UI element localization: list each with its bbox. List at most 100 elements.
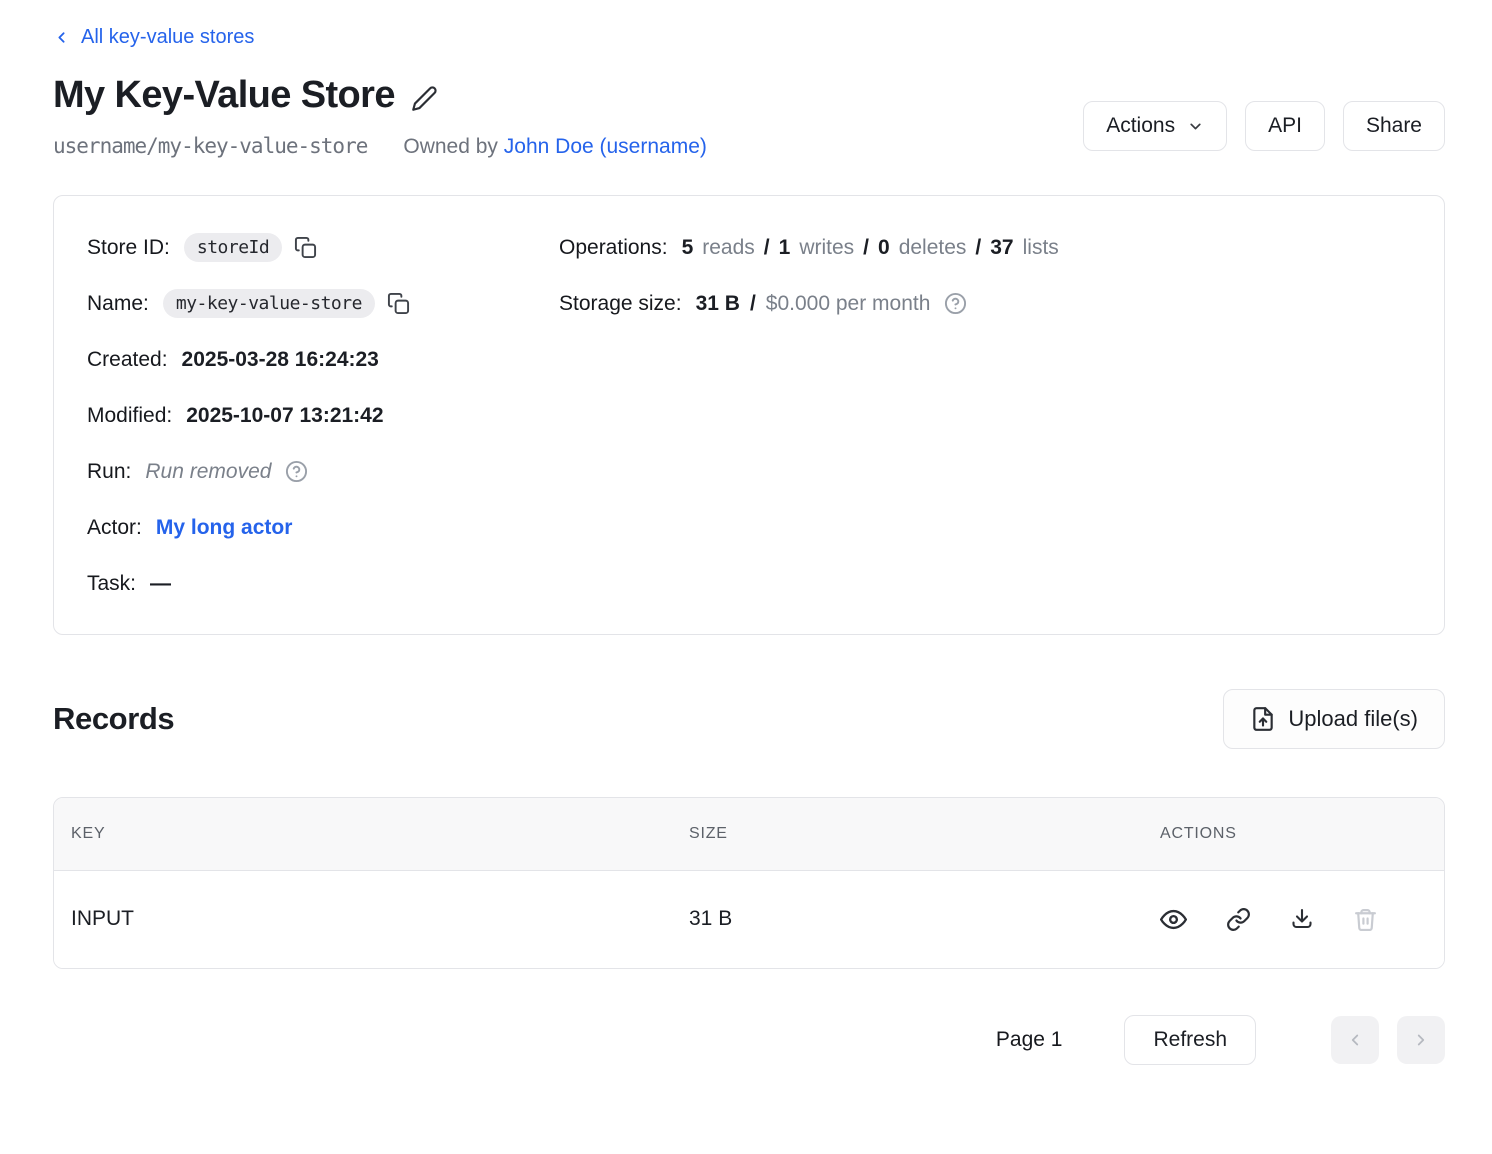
- previous-page-button[interactable]: [1331, 1016, 1379, 1064]
- records-heading: Records: [53, 701, 174, 737]
- back-link-label: All key-value stores: [81, 26, 254, 49]
- back-link[interactable]: All key-value stores: [53, 26, 254, 49]
- reads-label: reads: [702, 236, 755, 260]
- task-label: Task:: [87, 572, 136, 596]
- table-header-row: KEY SIZE ACTIONS: [54, 798, 1444, 871]
- deletes-count: 0: [878, 236, 890, 260]
- separator: /: [975, 236, 981, 260]
- deletes-label: deletes: [899, 236, 967, 260]
- actions-button[interactable]: Actions: [1083, 101, 1227, 151]
- record-key: INPUT: [71, 907, 689, 931]
- name-value: my-key-value-store: [163, 289, 375, 318]
- storage-size-value: 31 B: [696, 292, 740, 316]
- modified-value: 2025-10-07 13:21:42: [186, 404, 383, 428]
- pager: [1331, 1016, 1445, 1064]
- records-table: KEY SIZE ACTIONS INPUT 31 B: [53, 797, 1445, 969]
- task-row: Task: —: [87, 556, 559, 612]
- title-block: My Key-Value Store username/my-key-value…: [53, 73, 707, 159]
- records-section-header: Records Upload file(s): [53, 689, 1445, 749]
- run-row: Run: Run removed: [87, 444, 559, 500]
- storage-cost: $0.000 per month: [766, 292, 931, 316]
- record-size: 31 B: [689, 907, 1143, 931]
- help-circle-icon[interactable]: [944, 292, 967, 315]
- owned-by: Owned by John Doe (username): [403, 135, 707, 159]
- modified-label: Modified:: [87, 404, 172, 428]
- lists-label: lists: [1023, 236, 1059, 260]
- header-buttons: Actions API Share: [1083, 101, 1445, 151]
- chevron-right-icon: [1412, 1031, 1430, 1049]
- column-header-actions: ACTIONS: [1143, 825, 1444, 843]
- modified-row: Modified: 2025-10-07 13:21:42: [87, 388, 559, 444]
- writes-label: writes: [799, 236, 854, 260]
- separator: /: [750, 292, 756, 316]
- table-footer: Page 1 Refresh: [53, 1015, 1445, 1065]
- upload-files-label: Upload file(s): [1288, 706, 1418, 732]
- record-actions: [1160, 906, 1378, 933]
- operations-row: Operations: 5 reads / 1 writes / 0 delet…: [559, 220, 1411, 276]
- download-record-button[interactable]: [1290, 907, 1314, 931]
- store-id-row: Store ID: storeId: [87, 220, 559, 276]
- delete-record-button[interactable]: [1353, 907, 1378, 932]
- store-path: username/my-key-value-store: [53, 134, 367, 158]
- store-details-card: Store ID: storeId Name: my-key-value-sto…: [53, 195, 1445, 635]
- link-icon: [1226, 907, 1251, 932]
- run-value: Run removed: [145, 460, 271, 484]
- column-header-size: SIZE: [689, 825, 1143, 843]
- name-row: Name: my-key-value-store: [87, 276, 559, 332]
- owner-link[interactable]: John Doe (username): [504, 135, 707, 158]
- store-id-label: Store ID:: [87, 236, 170, 260]
- table-row: INPUT 31 B: [54, 871, 1444, 968]
- actor-row: Actor: My long actor: [87, 500, 559, 556]
- owned-by-label: Owned by: [403, 135, 498, 158]
- copy-icon: [387, 292, 410, 315]
- storage-size-label: Storage size:: [559, 292, 682, 316]
- operations-values: 5 reads / 1 writes / 0 deletes / 37 list…: [682, 236, 1059, 260]
- actions-button-label: Actions: [1106, 114, 1175, 138]
- header-row: My Key-Value Store username/my-key-value…: [53, 73, 1445, 159]
- page-title: My Key-Value Store: [53, 73, 707, 119]
- name-label: Name:: [87, 292, 149, 316]
- task-value: —: [150, 572, 171, 596]
- record-actions-cell: [1143, 906, 1444, 933]
- eye-icon: [1160, 906, 1187, 933]
- actor-link[interactable]: My long actor: [156, 516, 293, 540]
- refresh-button[interactable]: Refresh: [1124, 1015, 1256, 1065]
- pencil-icon[interactable]: [411, 85, 438, 112]
- details-right-column: Operations: 5 reads / 1 writes / 0 delet…: [559, 220, 1411, 332]
- help-circle-icon[interactable]: [285, 460, 308, 483]
- chevron-down-icon: [1187, 118, 1204, 135]
- run-label: Run:: [87, 460, 131, 484]
- file-upload-icon: [1250, 706, 1276, 732]
- chevron-left-icon: [53, 29, 70, 46]
- details-left-column: Store ID: storeId Name: my-key-value-sto…: [87, 220, 559, 612]
- storage-size-row: Storage size: 31 B / $0.000 per month: [559, 276, 1411, 332]
- page-indicator: Page 1: [996, 1028, 1063, 1052]
- trash-icon: [1353, 907, 1378, 932]
- copy-store-id-button[interactable]: [294, 236, 317, 259]
- page-title-text: My Key-Value Store: [53, 73, 395, 119]
- separator: /: [863, 236, 869, 260]
- created-value: 2025-03-28 16:24:23: [182, 348, 379, 372]
- share-button[interactable]: Share: [1343, 101, 1445, 151]
- download-icon: [1290, 907, 1314, 931]
- created-row: Created: 2025-03-28 16:24:23: [87, 332, 559, 388]
- record-link-button[interactable]: [1226, 907, 1251, 932]
- kv-store-detail-page: All key-value stores My Key-Value Store …: [0, 0, 1492, 1065]
- separator: /: [764, 236, 770, 260]
- copy-icon: [294, 236, 317, 259]
- writes-count: 1: [779, 236, 791, 260]
- subtitle-row: username/my-key-value-store Owned by Joh…: [53, 134, 707, 159]
- operations-label: Operations:: [559, 236, 668, 260]
- next-page-button[interactable]: [1397, 1016, 1445, 1064]
- store-id-value: storeId: [184, 233, 282, 262]
- created-label: Created:: [87, 348, 168, 372]
- reads-count: 5: [682, 236, 694, 260]
- column-header-key: KEY: [71, 825, 689, 843]
- actor-label: Actor:: [87, 516, 142, 540]
- api-button[interactable]: API: [1245, 101, 1325, 151]
- copy-name-button[interactable]: [387, 292, 410, 315]
- chevron-left-icon: [1346, 1031, 1364, 1049]
- upload-files-button[interactable]: Upload file(s): [1223, 689, 1445, 749]
- preview-record-button[interactable]: [1160, 906, 1187, 933]
- lists-count: 37: [990, 236, 1013, 260]
